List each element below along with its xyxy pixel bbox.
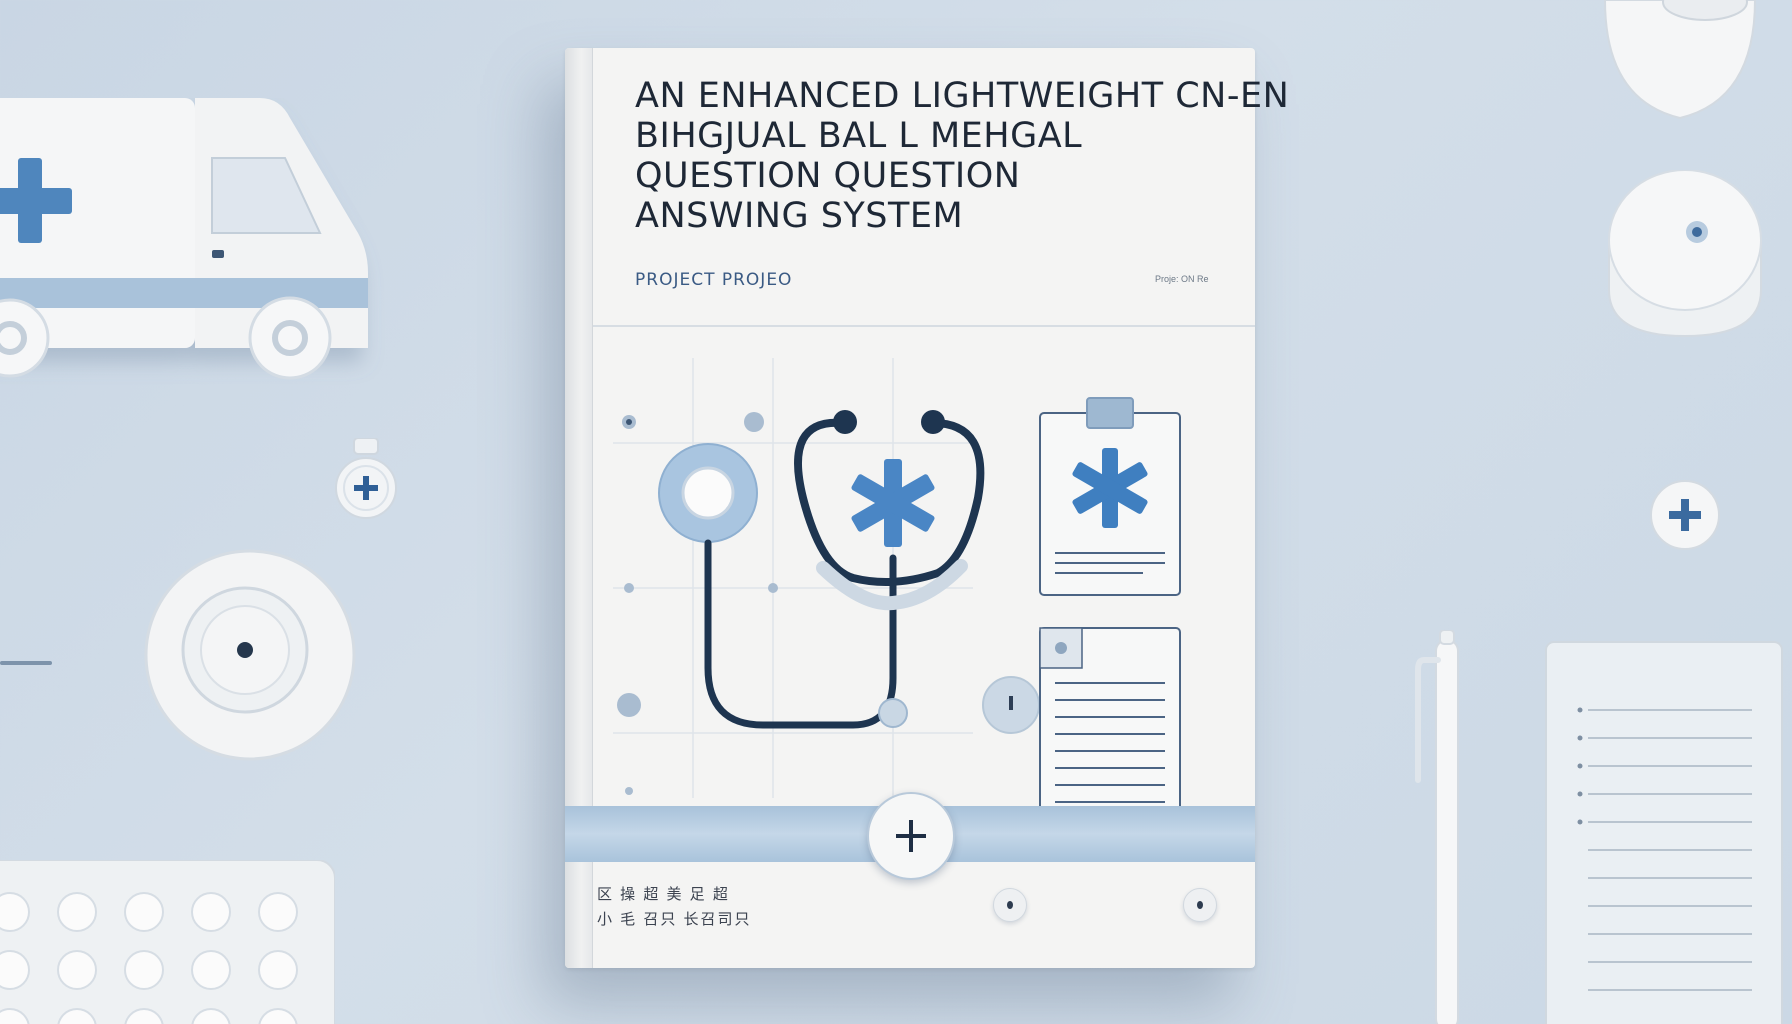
notepad-icon xyxy=(1545,641,1783,1024)
plus-icon xyxy=(896,820,926,852)
cylinder-icon xyxy=(1608,170,1762,338)
footer-text: 小 毛 召只 长召司只 xyxy=(597,911,752,928)
divider xyxy=(593,325,1255,327)
document-icon xyxy=(1039,627,1181,819)
pen-icon xyxy=(1415,630,1459,1024)
footer-text: 区 操 超 美 足 超 xyxy=(597,886,730,903)
small-caption: Proje: ON Re xyxy=(1155,274,1209,284)
bottle-icon xyxy=(1603,0,1757,120)
book-cover: An Enhanced lightweight CN-EN Bihgjual b… xyxy=(565,48,1290,968)
pill-tray-icon xyxy=(0,860,335,1024)
round-dot xyxy=(1183,888,1217,922)
book-title: An Enhanced lightweight CN-EN Bihgjual b… xyxy=(635,76,1290,236)
plus-icon xyxy=(1650,480,1720,550)
round-dot xyxy=(993,888,1027,922)
star-of-life-icon xyxy=(851,459,935,547)
plus-medallion xyxy=(867,792,955,880)
title-line: An Enhanced lightweight CN-EN xyxy=(635,76,1290,116)
plus-icon xyxy=(335,438,397,519)
project-label: PROJECT PROJEO xyxy=(635,270,793,290)
clipboard-icon xyxy=(1039,397,1181,596)
tape-roll-icon xyxy=(144,549,356,761)
medical-illustration xyxy=(613,358,1181,819)
title-line: Question Question xyxy=(635,156,1021,196)
title-line: Answing System xyxy=(635,196,964,236)
ambulance-icon xyxy=(0,98,368,380)
divider-dash xyxy=(0,661,52,665)
title-line: Bihgjual bal L Mehgal xyxy=(635,116,1083,156)
stethoscope-icon xyxy=(658,410,985,729)
